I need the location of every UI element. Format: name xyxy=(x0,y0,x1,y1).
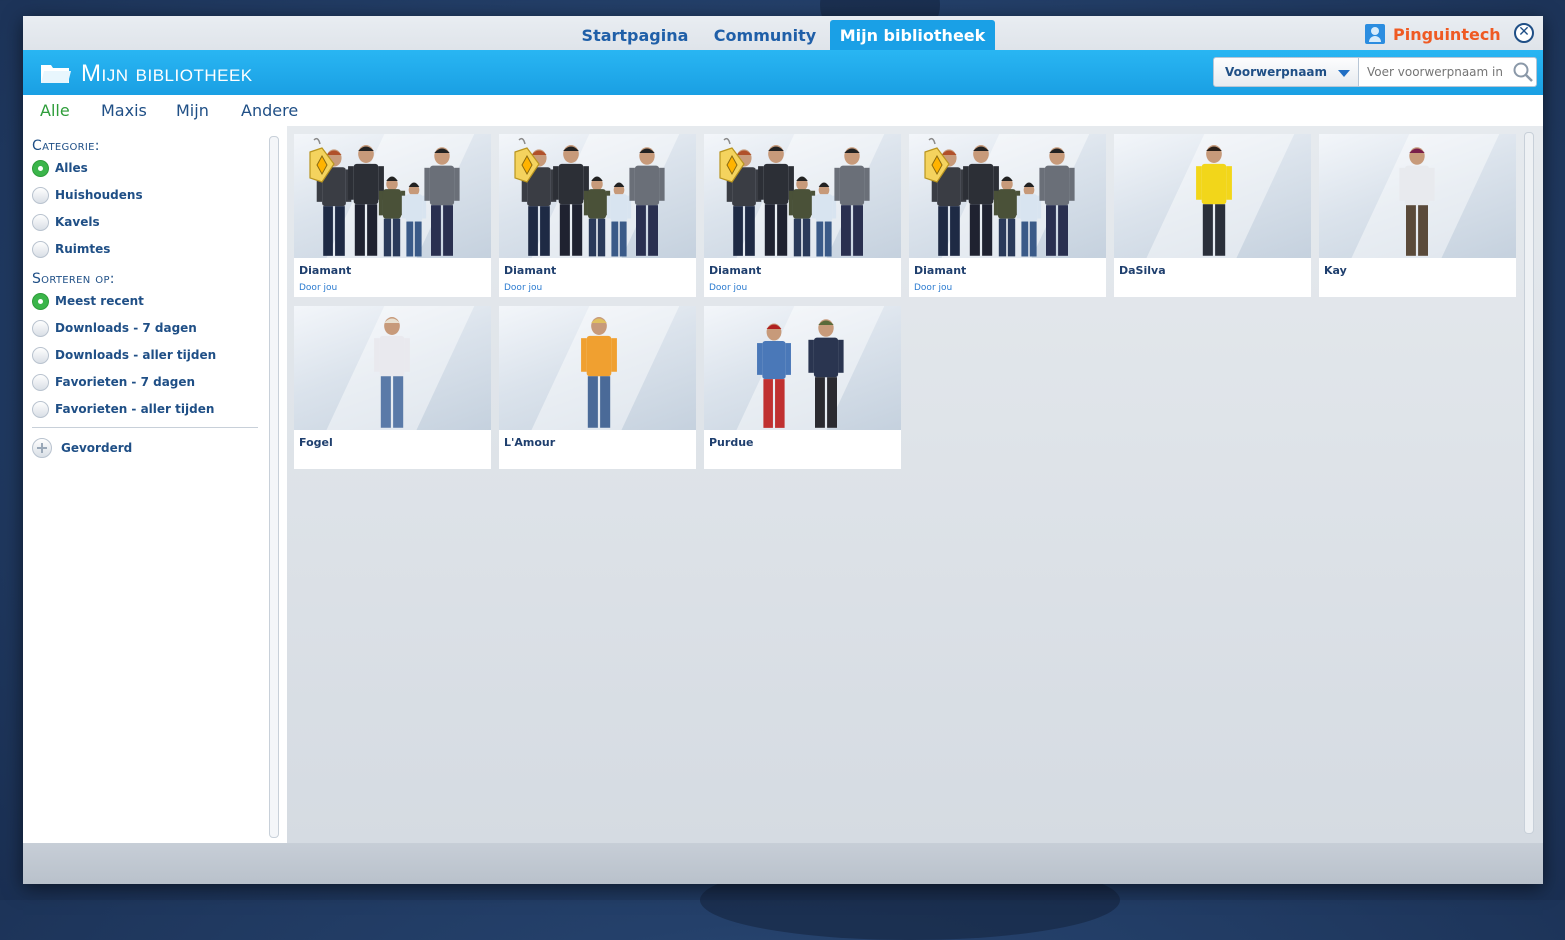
option-label: Favorieten - aller tijden xyxy=(55,402,215,416)
chevron-down-icon xyxy=(1338,70,1350,77)
filter-bar: Alle Maxis Mijn Andere xyxy=(23,95,1543,126)
library-item-card[interactable]: DaSilva xyxy=(1114,134,1311,297)
radio-selected-icon xyxy=(32,292,49,310)
top-tab-bar: Startpagina Community Mijn bibliotheek P… xyxy=(23,16,1543,50)
item-thumbnail xyxy=(499,134,696,258)
item-name: L'Amour xyxy=(504,436,556,449)
divider xyxy=(32,427,258,428)
category-option-rooms[interactable]: Ruimtes xyxy=(32,239,110,259)
radio-icon xyxy=(32,319,49,337)
filter-maxis[interactable]: Maxis xyxy=(101,101,147,120)
item-thumbnail xyxy=(294,306,491,430)
item-thumbnail xyxy=(1114,134,1311,258)
library-item-card[interactable]: Fogel xyxy=(294,306,491,469)
library-item-card[interactable]: Diamant Door jou xyxy=(499,134,696,297)
option-label: Downloads - 7 dagen xyxy=(55,321,197,335)
plus-icon xyxy=(32,438,52,458)
user-name: Pinguintech xyxy=(1393,24,1501,44)
search-type-dropdown[interactable]: Voorwerpnaam xyxy=(1213,57,1359,87)
library-grid: Diamant Door jou Diamant Door jou Diaman… xyxy=(287,126,1543,843)
option-label: Ruimtes xyxy=(55,242,111,256)
library-header: Mijn bibliotheek Voorwerpnaam xyxy=(23,50,1543,95)
category-option-households[interactable]: Huishoudens xyxy=(32,185,143,205)
radio-selected-icon xyxy=(32,159,49,177)
library-window: Startpagina Community Mijn bibliotheek P… xyxy=(23,16,1543,884)
category-option-all[interactable]: Alles xyxy=(32,158,88,178)
advanced-label: Gevorderd xyxy=(61,441,133,455)
item-thumbnail xyxy=(704,306,901,430)
item-name: Purdue xyxy=(709,436,754,449)
item-author: Door jou xyxy=(709,283,748,293)
option-label: Downloads - aller tijden xyxy=(55,348,217,362)
filter-other[interactable]: Andere xyxy=(241,101,298,120)
grid-scrollbar[interactable] xyxy=(1524,132,1534,834)
search-icon[interactable] xyxy=(1513,62,1533,82)
sort-option-recent[interactable]: Meest recent xyxy=(32,291,144,311)
sort-option-downloads-week[interactable]: Downloads - 7 dagen xyxy=(32,318,197,338)
option-label: Meest recent xyxy=(55,294,144,308)
sidebar: Categorie: Alles Huishoudens Kavels Ruim… xyxy=(23,126,287,843)
item-name: Diamant xyxy=(299,264,352,277)
item-author: Door jou xyxy=(914,283,953,293)
radio-icon xyxy=(32,400,49,418)
dropdown-value: Voorwerpnaam xyxy=(1225,65,1328,79)
library-item-card[interactable]: L'Amour xyxy=(499,306,696,469)
sort-option-favorites-all[interactable]: Favorieten - aller tijden xyxy=(32,399,214,419)
user-profile[interactable]: Pinguintech xyxy=(1365,23,1501,45)
item-name: Fogel xyxy=(299,436,333,449)
tab-startpagina[interactable]: Startpagina xyxy=(579,20,691,50)
option-label: Favorieten - 7 dagen xyxy=(55,375,196,389)
item-name: Diamant xyxy=(914,264,967,277)
advanced-toggle[interactable]: Gevorderd xyxy=(32,438,132,458)
sort-title: Sorteren op: xyxy=(32,271,115,287)
radio-icon xyxy=(32,373,49,391)
category-option-lots[interactable]: Kavels xyxy=(32,212,100,232)
library-item-card[interactable]: Diamant Door jou xyxy=(294,134,491,297)
item-thumbnail xyxy=(294,134,491,258)
category-title: Categorie: xyxy=(32,138,100,154)
page-title: Mijn bibliotheek xyxy=(81,60,253,87)
sort-option-favorites-week[interactable]: Favorieten - 7 dagen xyxy=(32,372,195,392)
item-thumbnail xyxy=(704,134,901,258)
close-icon[interactable]: ✕ xyxy=(1514,23,1534,43)
item-thumbnail xyxy=(909,134,1106,258)
radio-icon xyxy=(32,186,49,204)
item-thumbnail xyxy=(1319,134,1516,258)
option-label: Alles xyxy=(55,161,88,175)
radio-icon xyxy=(32,346,49,364)
item-author: Door jou xyxy=(504,283,543,293)
radio-icon xyxy=(32,213,49,231)
item-name: Kay xyxy=(1324,264,1347,277)
item-author: Door jou xyxy=(299,283,338,293)
tab-my-library[interactable]: Mijn bibliotheek xyxy=(830,20,995,50)
user-avatar-icon xyxy=(1365,24,1385,44)
radio-icon xyxy=(32,240,49,258)
item-name: Diamant xyxy=(709,264,762,277)
option-label: Huishoudens xyxy=(55,188,143,202)
item-thumbnail xyxy=(499,306,696,430)
library-item-card[interactable]: Kay xyxy=(1319,134,1516,297)
library-item-card[interactable]: Purdue xyxy=(704,306,901,469)
search-input[interactable] xyxy=(1359,57,1537,87)
footer-bar xyxy=(23,843,1543,884)
folder-icon xyxy=(41,65,71,83)
library-item-card[interactable]: Diamant Door jou xyxy=(704,134,901,297)
sort-option-downloads-all[interactable]: Downloads - aller tijden xyxy=(32,345,216,365)
item-name: Diamant xyxy=(504,264,557,277)
filter-mine[interactable]: Mijn xyxy=(176,101,209,120)
library-item-card[interactable]: Diamant Door jou xyxy=(909,134,1106,297)
item-name: DaSilva xyxy=(1119,264,1166,277)
sidebar-scrollbar[interactable] xyxy=(269,136,279,838)
option-label: Kavels xyxy=(55,215,100,229)
tab-community[interactable]: Community xyxy=(709,20,821,50)
filter-all[interactable]: Alle xyxy=(40,101,70,120)
